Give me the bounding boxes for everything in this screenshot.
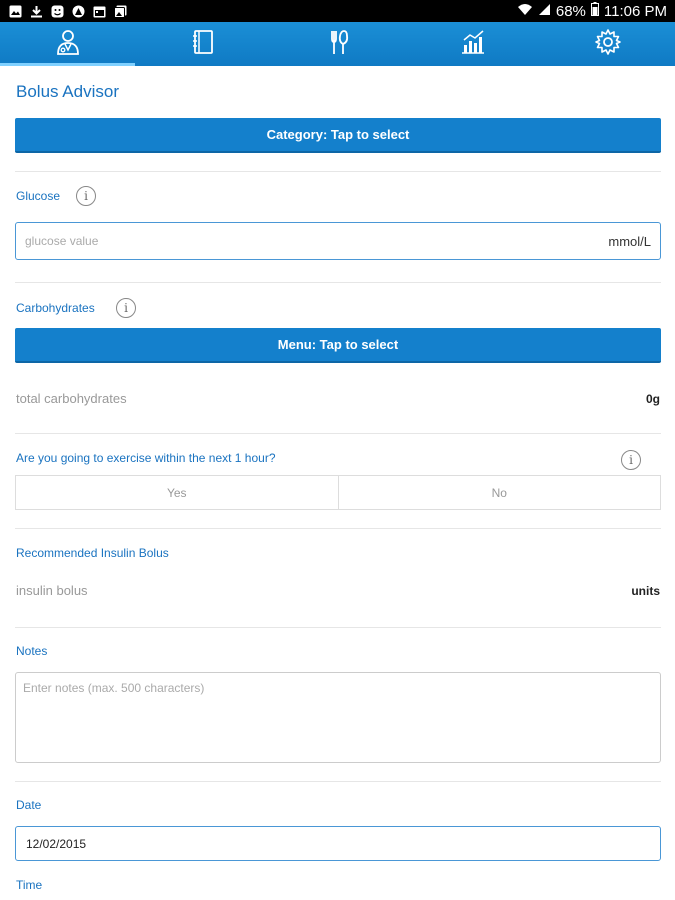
carbohydrates-info-icon[interactable]: i <box>116 298 136 318</box>
divider <box>15 433 661 434</box>
status-bar: 68% 11:06 PM <box>0 0 675 22</box>
fork-knife-icon <box>324 28 352 61</box>
divider <box>15 627 661 628</box>
date-value: 12/02/2015 <box>26 836 87 851</box>
image-icon <box>8 4 22 18</box>
clock: 11:06 PM <box>603 2 667 20</box>
glucose-unit: mmol/L <box>608 233 651 249</box>
gallery-icon <box>113 4 127 18</box>
tab-settings[interactable] <box>540 22 675 66</box>
notes-label: Notes <box>16 644 48 658</box>
user-circle-icon <box>71 4 85 18</box>
battery-icon <box>590 2 599 20</box>
doctor-icon <box>54 28 82 61</box>
divider <box>15 528 661 529</box>
insulin-bolus-unit: units <box>631 584 660 598</box>
divider <box>15 781 661 782</box>
exercise-info-icon[interactable]: i <box>621 450 641 470</box>
total-carbs-label: total carbohydrates <box>16 391 127 406</box>
page-title: Bolus Advisor <box>16 82 119 101</box>
gear-icon <box>594 28 622 61</box>
exercise-toggle: Yes No <box>15 475 661 510</box>
divider <box>15 282 661 283</box>
recommended-bolus-label: Recommended Insulin Bolus <box>16 546 169 560</box>
chart-icon <box>459 28 487 61</box>
battery-percent: 68% <box>555 2 586 20</box>
glucose-input[interactable]: glucose value mmol/L <box>15 222 661 260</box>
glucose-label: Glucose <box>16 189 61 203</box>
tab-logbook[interactable] <box>135 22 270 66</box>
carbohydrates-label: Carbohydrates <box>16 301 95 315</box>
notebook-icon <box>189 28 217 61</box>
download-icon <box>29 4 43 18</box>
menu-button[interactable]: Menu: Tap to select <box>15 328 661 363</box>
top-nav <box>0 22 675 66</box>
exercise-no-button[interactable]: No <box>337 476 661 509</box>
tab-meals[interactable] <box>270 22 405 66</box>
glucose-placeholder: glucose value <box>25 234 99 248</box>
insulin-bolus-label: insulin bolus <box>16 583 88 598</box>
signal-icon <box>538 3 551 20</box>
time-label: Time <box>16 878 43 892</box>
wifi-icon <box>517 3 533 20</box>
tab-advisor[interactable] <box>0 22 135 66</box>
status-right: 68% 11:06 PM <box>517 2 667 20</box>
category-button[interactable]: Category: Tap to select <box>15 118 661 153</box>
tab-reports[interactable] <box>405 22 540 66</box>
glucose-info-icon[interactable]: i <box>76 186 96 206</box>
exercise-question: Are you going to exercise within the nex… <box>16 451 276 465</box>
face-icon <box>50 4 64 18</box>
notes-placeholder: Enter notes (max. 500 characters) <box>23 681 205 695</box>
total-carbs-value: 0g <box>645 392 660 406</box>
notification-icons <box>8 4 127 18</box>
date-input[interactable]: 12/02/2015 <box>15 826 661 861</box>
date-label: Date <box>16 798 42 812</box>
exercise-yes-button[interactable]: Yes <box>16 476 338 509</box>
calendar-icon <box>92 4 106 18</box>
divider <box>15 171 661 172</box>
notes-textarea[interactable]: Enter notes (max. 500 characters) <box>15 672 661 763</box>
